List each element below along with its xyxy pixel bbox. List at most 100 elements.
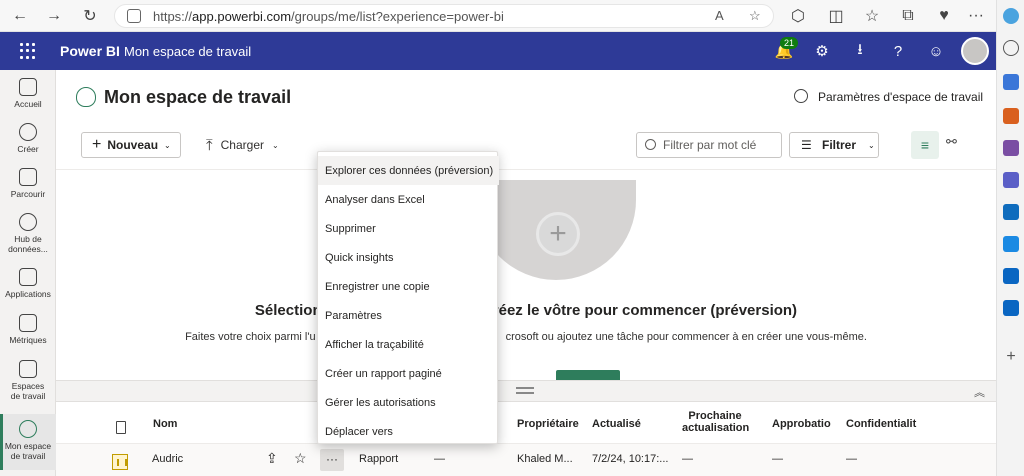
- add-icon[interactable]: +: [1003, 349, 1019, 366]
- start-button[interactable]: [556, 370, 620, 380]
- row-next-refresh: —: [682, 453, 693, 465]
- table-row[interactable]: Audric ⇪ ☆ Rapport — Khaled M... 7/2/24,…: [56, 444, 996, 476]
- row-name[interactable]: Audric: [152, 453, 183, 465]
- data-hub-icon: [19, 213, 37, 231]
- row-task: —: [434, 453, 445, 465]
- share-icon[interactable]: ⇪: [266, 450, 278, 467]
- row-refreshed: 7/2/24, 10:17:...: [592, 453, 669, 465]
- column-header-approval[interactable]: Approbatio: [772, 418, 831, 430]
- nav-item-my-workspace[interactable]: Mon espace de travail: [0, 414, 56, 470]
- nav-item-data-hub[interactable]: Hub de données...: [0, 213, 56, 261]
- forward-icon[interactable]: →: [44, 6, 64, 26]
- menu-item-create-paginated-report[interactable]: Créer un rapport paginé: [318, 359, 499, 388]
- home-icon: [19, 78, 37, 96]
- collections-icon[interactable]: ⧉: [898, 6, 918, 26]
- menu-item-manage-permissions[interactable]: Gérer les autorisations: [318, 388, 499, 417]
- lineage-view-icon[interactable]: ⚯: [946, 134, 957, 150]
- workspaces-icon: [19, 360, 37, 378]
- filter-search-input[interactable]: Filtrer par mot clé: [636, 132, 782, 158]
- favorite-star-icon[interactable]: ☆: [294, 450, 307, 467]
- nav-item-browse[interactable]: Parcourir: [0, 168, 56, 208]
- menu-item-delete[interactable]: Supprimer: [318, 214, 499, 243]
- table-header: Nom Propriétaire Actualisé Prochaine act…: [56, 402, 996, 444]
- row-type: Rapport: [359, 453, 399, 465]
- url-text: https://app.powerbi.com/groups/me/list?e…: [153, 9, 504, 24]
- settings-gear-icon[interactable]: ⚙: [812, 41, 832, 61]
- nav-item-metrics[interactable]: Métriques: [0, 314, 56, 354]
- chevron-double-up-icon[interactable]: ︽: [974, 384, 985, 400]
- nav-item-workspaces[interactable]: Espaces de travail: [0, 360, 56, 408]
- nav-item-apps[interactable]: Applications: [0, 268, 56, 308]
- search-icon[interactable]: [1003, 40, 1019, 56]
- linkedin-icon[interactable]: [1003, 268, 1019, 284]
- menu-item-quick-insights[interactable]: Quick insights: [318, 243, 499, 272]
- menu-item-view-lineage[interactable]: Afficher la traçabilité: [318, 330, 499, 359]
- column-header-refreshed[interactable]: Actualisé: [592, 418, 641, 430]
- office-icon[interactable]: [1003, 172, 1019, 188]
- workspace-settings-link[interactable]: Paramètres d'espace de travail: [818, 90, 983, 104]
- download-icon[interactable]: ⭳: [850, 41, 870, 61]
- browser-toolbar: ← → ↻ https://app.powerbi.com/groups/me/…: [0, 0, 1024, 32]
- nav-label: Applications: [5, 289, 51, 299]
- row-sensitivity: —: [846, 453, 857, 465]
- nav-label: Mon espace de travail: [4, 441, 52, 461]
- app-header: Power BI Mon espace de travail 🔔 21 ⚙ ⭳ …: [0, 32, 996, 70]
- empty-state-title: Sélectionn réez le vôtre pour commencer (…: [254, 302, 798, 319]
- menu-item-move-to[interactable]: Déplacer vers: [318, 417, 499, 446]
- filter-label: Filtrer: [822, 138, 857, 152]
- column-header-name[interactable]: Nom: [153, 418, 177, 430]
- more-options-button[interactable]: ···: [320, 449, 344, 471]
- pane-splitter[interactable]: ︽: [56, 380, 996, 402]
- heart-icon[interactable]: ♥: [934, 6, 954, 26]
- app-launcher-icon[interactable]: [20, 43, 36, 59]
- add-plus-icon: +: [536, 212, 580, 256]
- empty-state-subtitle: Faites votre choix parmi l'u crosoft ou a…: [185, 331, 867, 343]
- menu-item-analyze-excel[interactable]: Analyser dans Excel: [318, 185, 499, 214]
- column-header-sensitivity[interactable]: Confidentialit: [846, 418, 916, 430]
- column-header-next-refresh[interactable]: Prochaine actualisation: [682, 410, 749, 434]
- shopping-tag-icon[interactable]: [1003, 74, 1019, 90]
- feedback-icon[interactable]: ☺: [926, 41, 946, 61]
- nav-label: Accueil: [14, 99, 42, 109]
- linkedin-icon[interactable]: [1003, 300, 1019, 316]
- list-view-icon[interactable]: ≡: [911, 131, 939, 159]
- nav-label: Espaces de travail: [10, 381, 46, 401]
- nav-label: Métriques: [9, 335, 47, 345]
- menu-item-settings[interactable]: Paramètres: [318, 301, 499, 330]
- header-workspace-title: Mon espace de travail: [124, 44, 252, 59]
- chevron-down-icon: ⌄: [868, 140, 875, 150]
- send-icon[interactable]: [1003, 236, 1019, 252]
- more-options-icon[interactable]: ···: [966, 6, 986, 26]
- gear-icon: [794, 89, 808, 103]
- nav-item-home[interactable]: Accueil: [0, 78, 56, 118]
- tools-icon[interactable]: [1003, 108, 1019, 124]
- back-icon[interactable]: ←: [10, 6, 30, 26]
- favorite-star-icon[interactable]: ☆: [749, 8, 761, 24]
- copilot-icon[interactable]: [1003, 8, 1019, 24]
- refresh-icon[interactable]: ↻: [80, 6, 100, 26]
- help-icon[interactable]: ?: [888, 41, 908, 61]
- outlook-icon[interactable]: [1003, 204, 1019, 220]
- filter-button[interactable]: ☰ Filtrer ⌄: [789, 132, 879, 158]
- games-icon[interactable]: [1003, 140, 1019, 156]
- person-icon: [19, 420, 37, 438]
- address-bar[interactable]: https://app.powerbi.com/groups/me/list?e…: [114, 4, 774, 28]
- favorites-icon[interactable]: ☆: [862, 6, 882, 26]
- drag-handle-icon[interactable]: [516, 387, 534, 394]
- nav-label: Parcourir: [10, 189, 46, 199]
- read-aloud-icon[interactable]: A: [715, 8, 724, 23]
- column-header-owner[interactable]: Propriétaire: [517, 418, 579, 430]
- upload-button[interactable]: ⤒ Charger ⌄: [206, 132, 279, 158]
- avatar[interactable]: [961, 37, 989, 65]
- menu-item-explore-data[interactable]: Explorer ces données (préversion): [318, 156, 499, 185]
- nav-label: Hub de données...: [8, 234, 48, 254]
- nav-label: Créer: [17, 144, 39, 154]
- brand-name[interactable]: Power BI: [60, 43, 120, 59]
- row-owner: Khaled M...: [517, 453, 573, 465]
- filter-icon: ☰: [801, 138, 812, 152]
- extensions-icon[interactable]: ⬡: [788, 6, 808, 26]
- split-screen-icon[interactable]: ◫: [826, 6, 846, 26]
- nav-item-create[interactable]: Créer: [0, 123, 56, 163]
- new-button[interactable]: + Nouveau ⌄: [81, 132, 181, 158]
- menu-item-save-copy[interactable]: Enregistrer une copie: [318, 272, 499, 301]
